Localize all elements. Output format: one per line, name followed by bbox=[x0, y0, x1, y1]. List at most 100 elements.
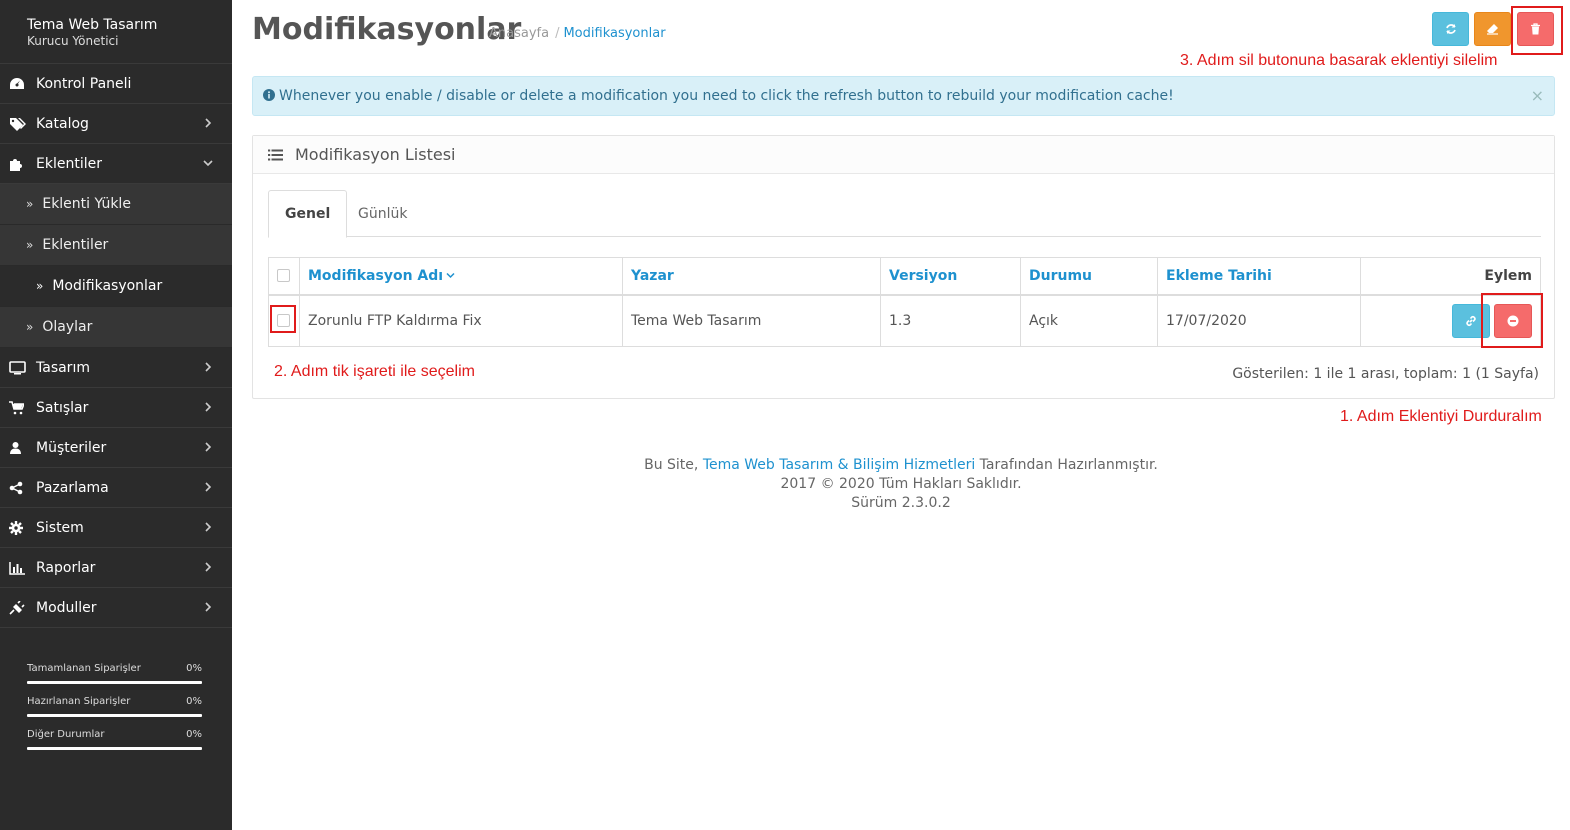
cart-icon bbox=[9, 400, 29, 415]
stat-progress-bar bbox=[27, 714, 202, 717]
info-alert: Whenever you enable / disable or delete … bbox=[252, 76, 1555, 116]
chevron-right-icon bbox=[205, 522, 212, 532]
stat-processing-orders: Hazırlanan Siparişler 0% bbox=[27, 695, 202, 728]
plug-icon bbox=[9, 600, 29, 615]
puzzle-icon bbox=[9, 157, 29, 171]
stat-progress-bar bbox=[27, 747, 202, 750]
sidebar-subitem-label: Olaylar bbox=[42, 319, 93, 335]
sidebar-item-dashboard[interactable]: Kontrol Paneli bbox=[0, 64, 232, 104]
annotation-step3: 3. Adım sil butonuna basarak eklentiyi s… bbox=[1180, 52, 1498, 69]
share-icon bbox=[9, 481, 29, 495]
column-header-status[interactable]: Durumu bbox=[1020, 257, 1158, 296]
profile-role: Kurucu Yönetici bbox=[27, 34, 119, 48]
cell-name: Zorunlu FTP Kaldırma Fix bbox=[299, 294, 623, 347]
stat-other-orders: Diğer Durumlar 0% bbox=[27, 728, 202, 761]
sidebar-item-customers[interactable]: Müşteriler bbox=[0, 428, 232, 468]
double-chevron-icon: » bbox=[36, 279, 44, 293]
order-stats: Tamamlanan Siparişler 0% Hazırlanan Sipa… bbox=[27, 662, 202, 761]
tab-log[interactable]: Günlük bbox=[342, 190, 423, 237]
sidebar: Tema Web Tasarım Kurucu Yönetici Kontrol… bbox=[0, 0, 232, 830]
clear-log-button[interactable] bbox=[1474, 12, 1511, 46]
sidebar-subitem-installer[interactable]: » Eklenti Yükle bbox=[0, 184, 232, 225]
sidebar-item-reports[interactable]: Raporlar bbox=[0, 548, 232, 588]
sidebar-subitem-label: Eklentiler bbox=[42, 237, 109, 253]
annotation-box-checkbox bbox=[270, 305, 296, 333]
breadcrumb-current[interactable]: Modifikasyonlar bbox=[563, 26, 665, 41]
refresh-icon bbox=[1445, 24, 1456, 34]
sidebar-item-label: Müşteriler bbox=[36, 439, 107, 456]
cell-version: 1.3 bbox=[880, 294, 1021, 347]
chevron-right-icon bbox=[205, 362, 212, 372]
sidebar-subitem-modifications[interactable]: » Modifikasyonlar bbox=[0, 266, 232, 307]
sidebar-item-extensions[interactable]: Eklentiler bbox=[0, 144, 232, 184]
eraser-icon bbox=[1487, 24, 1498, 35]
sidebar-item-label: Sistem bbox=[36, 519, 84, 536]
sidebar-subitem-label: Modifikasyonlar bbox=[52, 278, 163, 294]
column-header-date-added[interactable]: Ekleme Tarihi bbox=[1157, 257, 1361, 296]
sidebar-item-label: Pazarlama bbox=[36, 479, 109, 496]
sidebar-subitem-extensions[interactable]: » Eklentiler bbox=[0, 225, 232, 266]
bar-chart-icon bbox=[9, 561, 29, 575]
sidebar-item-design[interactable]: Tasarım bbox=[0, 348, 232, 388]
chevron-right-icon bbox=[205, 482, 212, 492]
info-circle-icon bbox=[263, 89, 275, 101]
sidebar-item-label: Raporlar bbox=[36, 559, 96, 576]
link-icon bbox=[1466, 315, 1476, 326]
profile-name: Tema Web Tasarım bbox=[27, 17, 158, 33]
page-title: Modifikasyonlar bbox=[252, 12, 522, 47]
stat-label: Diğer Durumlar bbox=[27, 729, 105, 740]
modification-table: Modifikasyon Adı Yazar Versiyon Durumu E… bbox=[268, 257, 1541, 347]
select-all-checkbox[interactable] bbox=[277, 269, 290, 283]
tab-general[interactable]: Genel bbox=[268, 190, 348, 238]
sidebar-item-label: Katalog bbox=[36, 115, 89, 132]
panel-header: Modifikasyon Listesi bbox=[253, 136, 1554, 174]
footer-version: Sürüm 2.3.0.2 bbox=[851, 495, 951, 511]
chevron-right-icon bbox=[205, 562, 212, 572]
sidebar-item-label: Eklentiler bbox=[36, 155, 102, 172]
cell-status: Açık bbox=[1020, 294, 1158, 347]
gear-icon bbox=[9, 520, 29, 535]
list-icon bbox=[268, 149, 283, 161]
sidebar-item-modules[interactable]: Moduller bbox=[0, 588, 232, 628]
stat-completed-orders: Tamamlanan Siparişler 0% bbox=[27, 662, 202, 695]
close-icon[interactable]: × bbox=[1531, 86, 1544, 105]
stat-value: 0% bbox=[186, 663, 202, 674]
breadcrumb-home[interactable]: Anasayfa bbox=[489, 26, 549, 41]
column-header-version[interactable]: Versiyon bbox=[880, 257, 1021, 296]
refresh-button[interactable] bbox=[1432, 12, 1469, 46]
double-chevron-icon: » bbox=[26, 197, 34, 211]
breadcrumb: Anasayfa / Modifikasyonlar bbox=[489, 26, 666, 41]
chevron-right-icon bbox=[205, 602, 212, 612]
dashboard-icon bbox=[9, 77, 29, 91]
stat-progress-bar bbox=[27, 681, 202, 684]
chevron-right-icon bbox=[205, 442, 212, 452]
footer-copyright: 2017 © 2020 Tüm Hakları Saklıdır. bbox=[780, 476, 1022, 492]
stat-label: Hazırlanan Siparişler bbox=[27, 696, 131, 707]
select-all-cell bbox=[268, 257, 300, 296]
sidebar-item-system[interactable]: Sistem bbox=[0, 508, 232, 548]
stat-value: 0% bbox=[186, 729, 202, 740]
table-header-row: Modifikasyon Adı Yazar Versiyon Durumu E… bbox=[268, 257, 1541, 296]
column-header-name[interactable]: Modifikasyon Adı bbox=[299, 257, 623, 296]
sidebar-item-catalog[interactable]: Katalog bbox=[0, 104, 232, 144]
footer: Bu Site, Tema Web Tasarım & Bilişim Hizm… bbox=[232, 456, 1570, 513]
alert-text: Whenever you enable / disable or delete … bbox=[279, 88, 1174, 104]
stat-label: Tamamlanan Siparişler bbox=[27, 663, 141, 674]
double-chevron-icon: » bbox=[26, 238, 34, 252]
user-profile[interactable]: Tema Web Tasarım Kurucu Yönetici bbox=[0, 0, 232, 64]
column-header-author[interactable]: Yazar bbox=[622, 257, 881, 296]
chevron-right-icon bbox=[205, 118, 212, 128]
sidebar-item-sales[interactable]: Satışlar bbox=[0, 388, 232, 428]
footer-company-link[interactable]: Tema Web Tasarım & Bilişim Hizmetleri bbox=[703, 457, 975, 473]
sidebar-item-marketing[interactable]: Pazarlama bbox=[0, 468, 232, 508]
cell-date: 17/07/2020 bbox=[1157, 294, 1361, 347]
footer-prefix: Bu Site, bbox=[644, 457, 703, 473]
double-chevron-icon: » bbox=[26, 320, 34, 334]
sidebar-item-label: Tasarım bbox=[36, 359, 90, 376]
sidebar-subitem-events[interactable]: » Olaylar bbox=[0, 307, 232, 348]
sidebar-item-label: Satışlar bbox=[36, 399, 89, 416]
column-header-label: Modifikasyon Adı bbox=[308, 267, 444, 284]
modification-list-panel: Modifikasyon Listesi Genel Günlük Modifi… bbox=[252, 135, 1555, 399]
user-icon bbox=[9, 441, 29, 455]
chevron-down-icon bbox=[203, 160, 213, 167]
